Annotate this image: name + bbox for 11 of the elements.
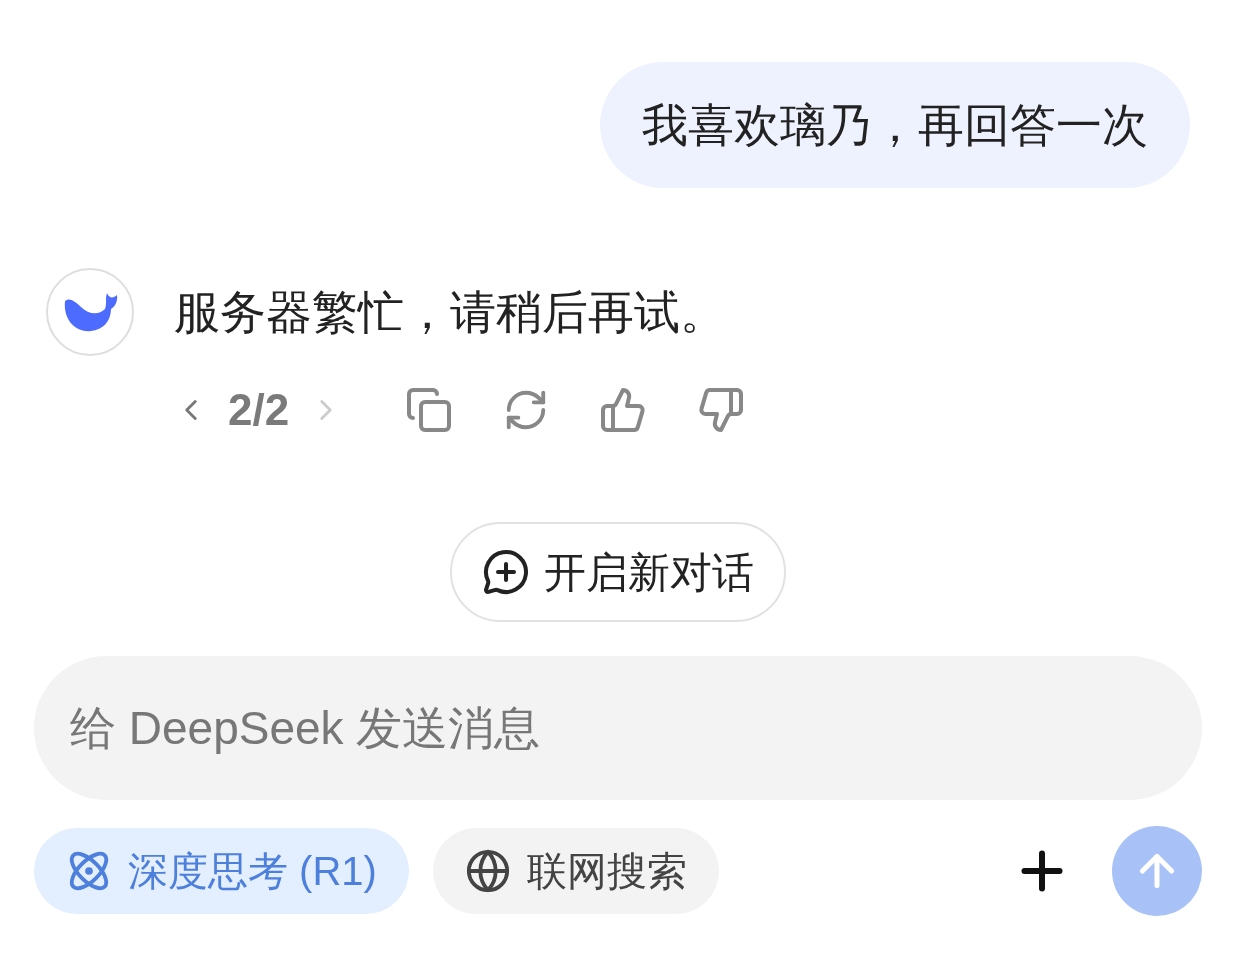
thumbs-down-icon[interactable] [697,386,746,434]
assistant-message: 服务器繁忙，请稍后再试。 [174,285,727,340]
thumbs-up-icon[interactable] [599,386,648,434]
globe-icon [464,848,511,894]
copy-icon[interactable] [405,386,454,434]
new-chat-button[interactable]: 开启新对话 [450,522,786,622]
mode-toggle[interactable]: 联网搜索 [432,828,719,914]
pager-count: 2/2 [228,384,290,436]
chat-plus-icon [482,548,530,596]
message-input[interactable]: 给 DeepSeek 发送消息 [34,656,1202,800]
user-message: 我喜欢璃乃，再回答一次 [600,62,1190,188]
